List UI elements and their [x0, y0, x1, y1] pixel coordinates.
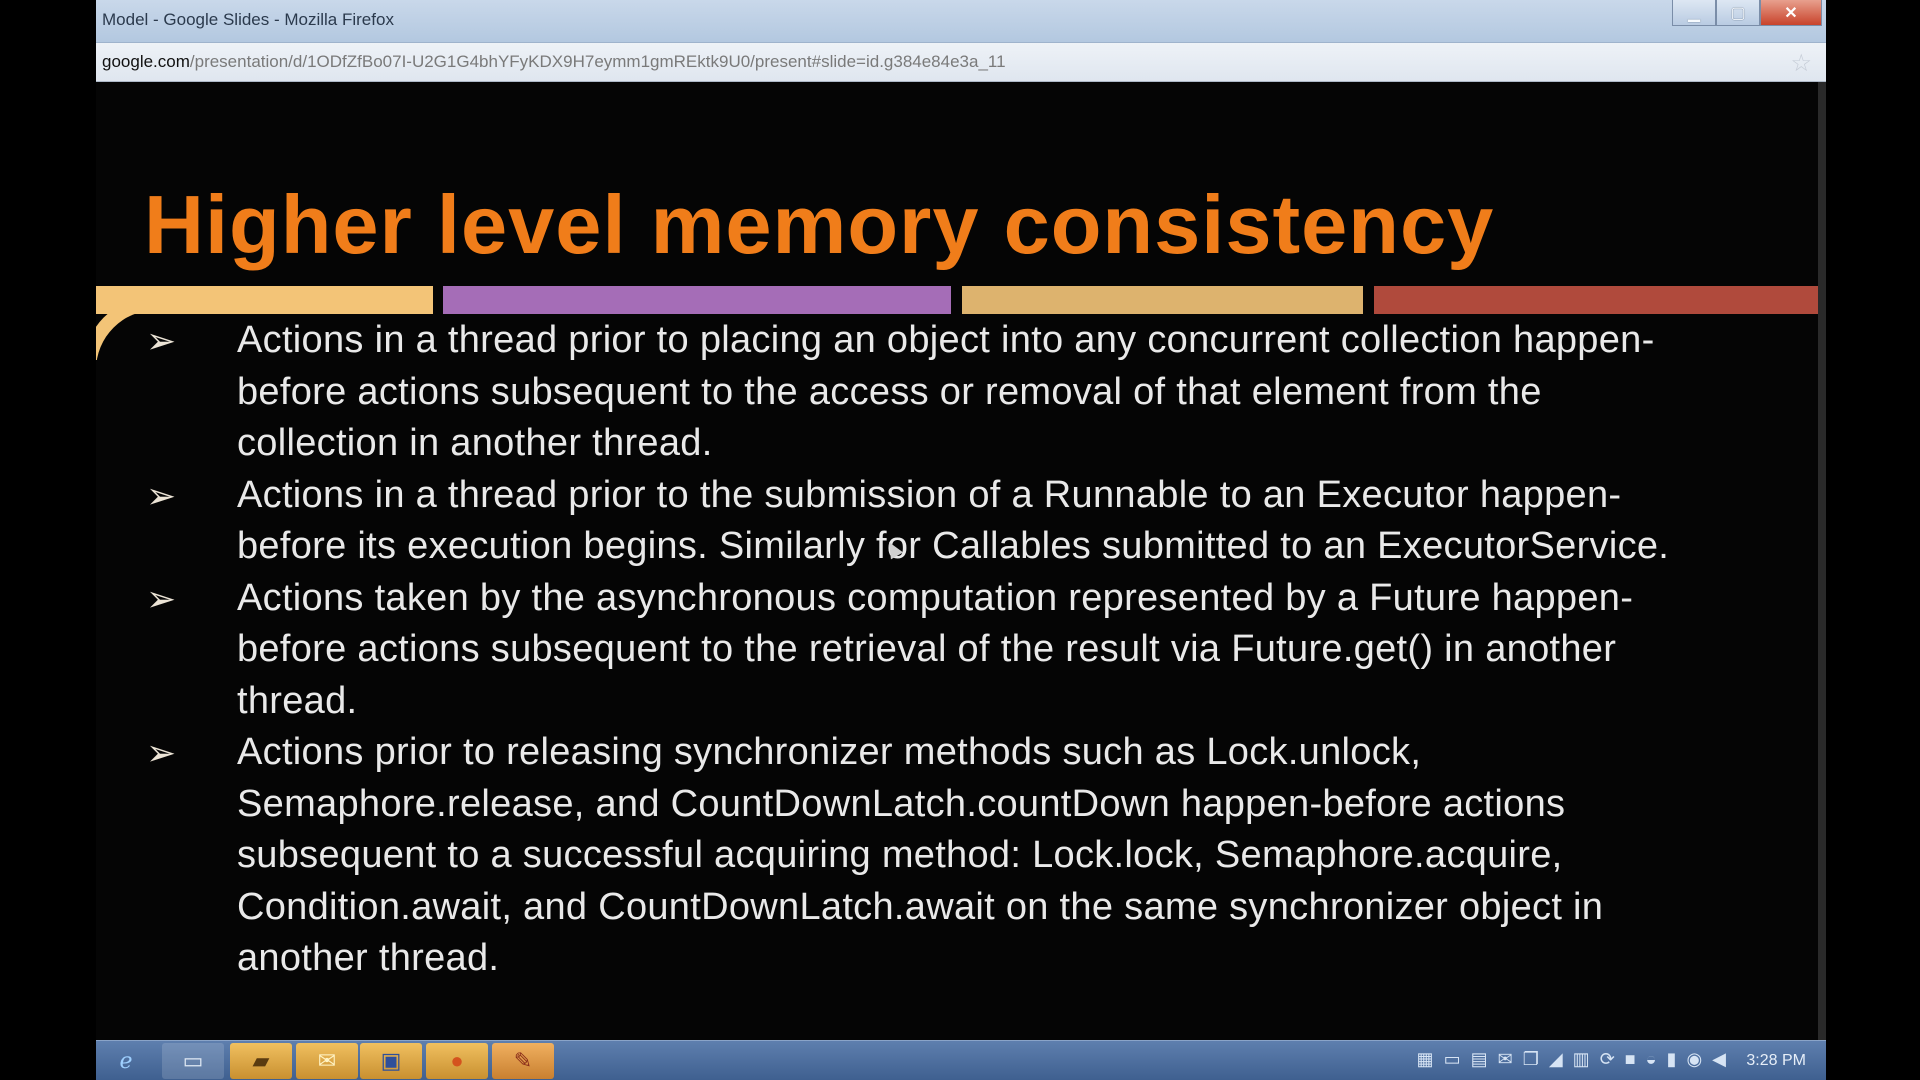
close-icon: ✕ — [1784, 4, 1798, 22]
taskbar: ℯ ▭ ▰ ✉ ▣ ● ✎ ▦ ▭ ▤ ✉ ❐ ◢ ▥ ⟳ ■ ◒ ▮ ◉ ◀ … — [96, 1040, 1826, 1080]
color-bars — [96, 286, 1818, 314]
window-title: Model - Google Slides - Mozilla Firefox — [102, 10, 394, 29]
window-titlebar[interactable]: Model - Google Slides - Mozilla Firefox … — [96, 0, 1826, 43]
slide-title: Higher level memory consistency — [144, 178, 1495, 271]
arrow-bullet-icon: ➢ — [146, 577, 177, 619]
ie-icon[interactable]: ℯ — [104, 1043, 148, 1079]
tray-wifi-icon[interactable]: ◒ — [1646, 1049, 1657, 1070]
url-host: google.com — [102, 52, 190, 71]
bullet-text: Actions in a thread prior to the submiss… — [237, 473, 1670, 568]
tray-monitor-icon[interactable]: ▭ — [1444, 1049, 1461, 1070]
screen: Model - Google Slides - Mozilla Firefox … — [96, 0, 1826, 1080]
explorer-icon[interactable]: ▭ — [162, 1043, 224, 1079]
tray-app-icon[interactable]: ▤ — [1471, 1049, 1488, 1070]
tray-globe-icon[interactable]: ◉ — [1686, 1049, 1702, 1070]
tray-windows-icon[interactable]: ❐ — [1523, 1049, 1539, 1070]
folder-icon[interactable]: ▰ — [230, 1043, 292, 1079]
bullet-text: Actions prior to releasing synchronizer … — [237, 731, 1604, 979]
url-text[interactable]: google.com/presentation/d/1ODfZfBo07I-U2… — [102, 52, 1006, 72]
maximize-icon: ▢ — [1730, 4, 1746, 22]
tray-battery-icon[interactable]: ▮ — [1667, 1049, 1677, 1070]
tray-signal-icon[interactable]: ◢ — [1549, 1049, 1563, 1070]
bullet-list: ➢ Actions in a thread prior to placing a… — [96, 315, 1818, 985]
bullet-item: ➢ Actions in a thread prior to placing a… — [96, 315, 1707, 470]
bullet-text: Actions in a thread prior to placing an … — [237, 319, 1655, 464]
close-button[interactable]: ✕ — [1760, 0, 1822, 26]
minimize-button[interactable]: ▁ — [1672, 0, 1716, 26]
url-path: /presentation/d/1ODfZfBo07I-U2G1G4bhYFyK… — [189, 52, 1006, 71]
bullet-text: Actions taken by the asynchronous comput… — [237, 576, 1634, 722]
minimize-icon: ▁ — [1687, 4, 1701, 22]
tray-mail-icon[interactable]: ✉ — [1498, 1049, 1513, 1070]
star-icon[interactable]: ☆ — [1790, 49, 1812, 78]
color-bar-4 — [1374, 286, 1818, 314]
window-controls: ▁ ▢ ✕ — [1672, 0, 1822, 26]
paint-icon[interactable]: ✎ — [492, 1043, 554, 1079]
remote-desktop-icon[interactable]: ▣ — [360, 1043, 422, 1079]
arrow-bullet-icon: ➢ — [146, 320, 177, 361]
bullet-item: ➢ Actions prior to releasing synchronize… — [96, 727, 1707, 985]
arrow-bullet-icon: ➢ — [146, 474, 177, 516]
scrollbar[interactable] — [1818, 82, 1826, 1042]
firefox-icon[interactable]: ● — [426, 1043, 488, 1079]
slide: Higher level memory consistency ➢ Action… — [96, 82, 1818, 1042]
arrow-bullet-icon: ➢ — [146, 732, 177, 773]
address-bar[interactable]: google.com/presentation/d/1ODfZfBo07I-U2… — [96, 43, 1826, 82]
tray-sync-icon[interactable]: ⟳ — [1600, 1049, 1615, 1070]
taskbar-clock[interactable]: 3:28 PM — [1746, 1052, 1806, 1070]
outlook-icon[interactable]: ✉ — [296, 1043, 358, 1079]
color-bar-3 — [962, 286, 1363, 314]
color-bar-2 — [443, 286, 951, 314]
system-tray: ▦ ▭ ▤ ✉ ❐ ◢ ▥ ⟳ ■ ◒ ▮ ◉ ◀ — [1417, 1049, 1726, 1070]
bullet-item: ➢ Actions taken by the asynchronous comp… — [96, 573, 1707, 728]
tray-update-icon[interactable]: ■ — [1625, 1049, 1636, 1070]
bullet-item: ➢ Actions in a thread prior to the submi… — [96, 470, 1707, 573]
maximize-button[interactable]: ▢ — [1716, 0, 1760, 26]
tray-drive-icon[interactable]: ▥ — [1573, 1049, 1590, 1070]
tray-volume-icon[interactable]: ◀ — [1712, 1049, 1726, 1070]
tray-network-icon[interactable]: ▦ — [1417, 1049, 1434, 1070]
